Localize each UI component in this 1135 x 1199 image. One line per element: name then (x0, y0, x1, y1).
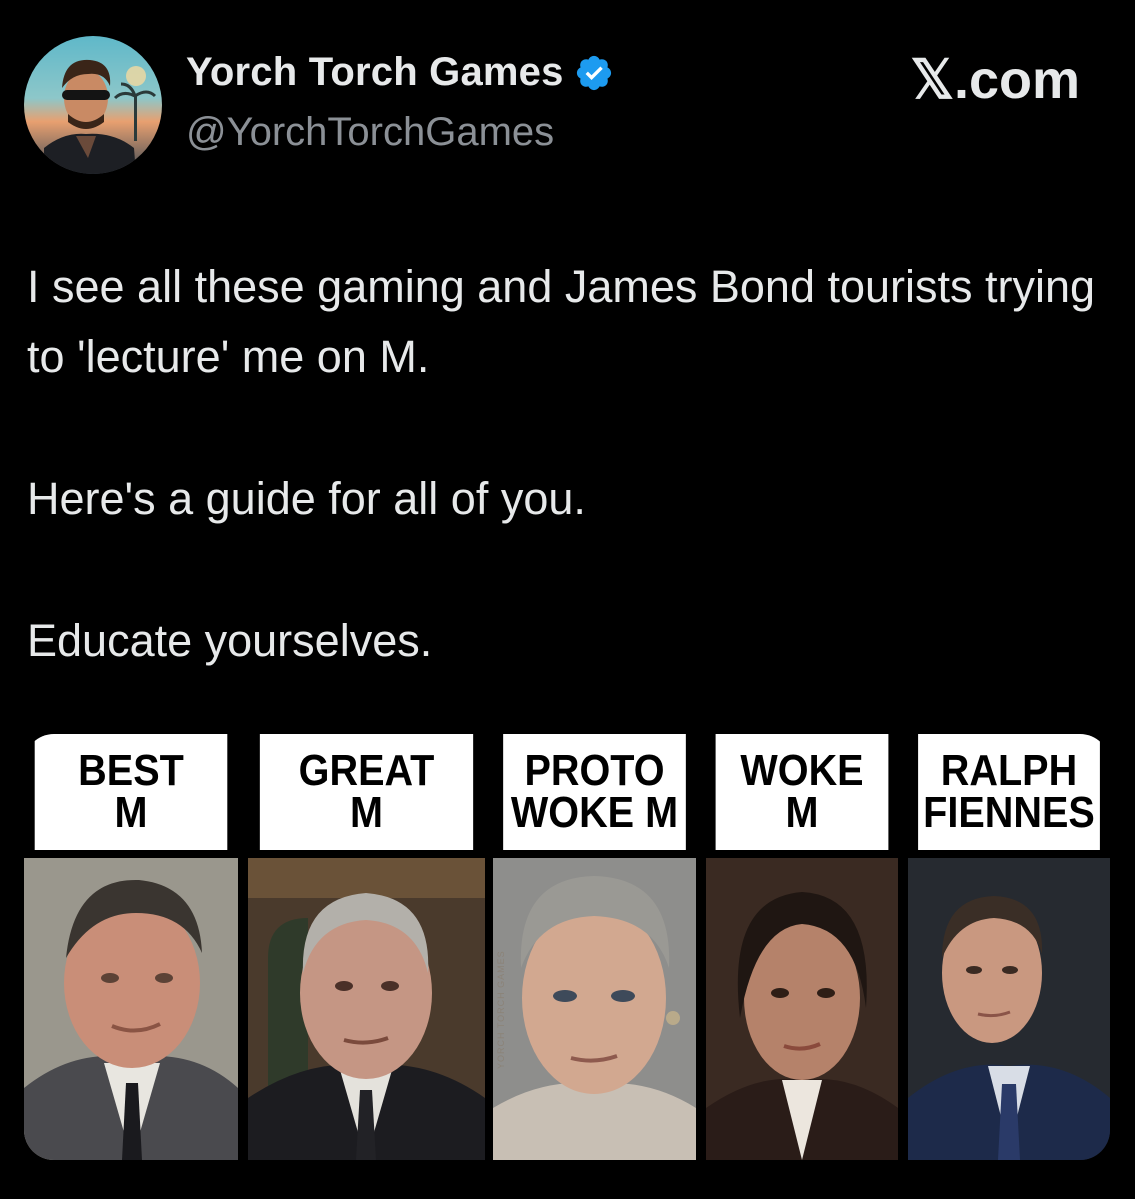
panel-label: WOKE M (715, 734, 889, 850)
panel-label-line: M (114, 788, 148, 837)
avatar-illustration-icon (44, 59, 157, 174)
panel-label-line: M (785, 788, 819, 837)
panel-label: BEST M (34, 734, 228, 850)
portrait-image (493, 858, 696, 1160)
panel-label-line: FIENNES (923, 788, 1095, 837)
tweet-header: Yorch Torch Games @YorchTorchGames 𝕏.com (0, 0, 1135, 200)
panel-label-line: GREAT (298, 746, 435, 795)
panel-label-line: RALPH (940, 746, 1078, 795)
panel-proto-woke-m: PROTO WOKE M YORCH TORCH GAMES (493, 734, 696, 1160)
panel-ralph-fiennes: RALPH FIENNES (908, 734, 1110, 1160)
panel-label: PROTO WOKE M (503, 734, 686, 850)
panel-label: RALPH FIENNES (918, 734, 1100, 850)
tweet-text: I see all these gaming and James Bond to… (27, 252, 1117, 676)
watermark-text: YORCH TORCH GAMES (496, 950, 506, 1069)
panel-best-m: BEST M (24, 734, 238, 1160)
panel-label: GREAT M (259, 734, 474, 850)
author-row: Yorch Torch Games (186, 50, 614, 95)
panel-great-m: GREAT M (248, 734, 485, 1160)
portrait-image (908, 858, 1110, 1160)
tweet-media-image[interactable]: BEST M GREAT M PROTO WOKE M YORCH TORCH … (24, 734, 1110, 1160)
verified-badge-icon (576, 55, 611, 90)
author-handle[interactable]: @YorchTorchGames (186, 110, 554, 155)
tweet-paragraph: Here's a guide for all of you. (27, 473, 586, 524)
panel-label-line: M (350, 788, 383, 837)
avatar[interactable] (24, 36, 162, 174)
tweet-paragraph: Educate yourselves. (27, 615, 433, 666)
portrait-image (24, 858, 238, 1160)
portrait-image (706, 858, 898, 1160)
panel-label-line: WOKE (740, 746, 864, 795)
tweet-paragraph: I see all these gaming and James Bond to… (27, 261, 1096, 382)
panel-label-line: WOKE M (510, 788, 679, 837)
portrait-image (248, 858, 485, 1160)
x-logo: 𝕏.com (910, 50, 1080, 110)
panel-label-line: BEST (78, 746, 184, 795)
panel-label-line: PROTO (524, 746, 665, 795)
panel-woke-m: WOKE M (706, 734, 898, 1160)
author-name[interactable]: Yorch Torch Games (186, 50, 564, 95)
